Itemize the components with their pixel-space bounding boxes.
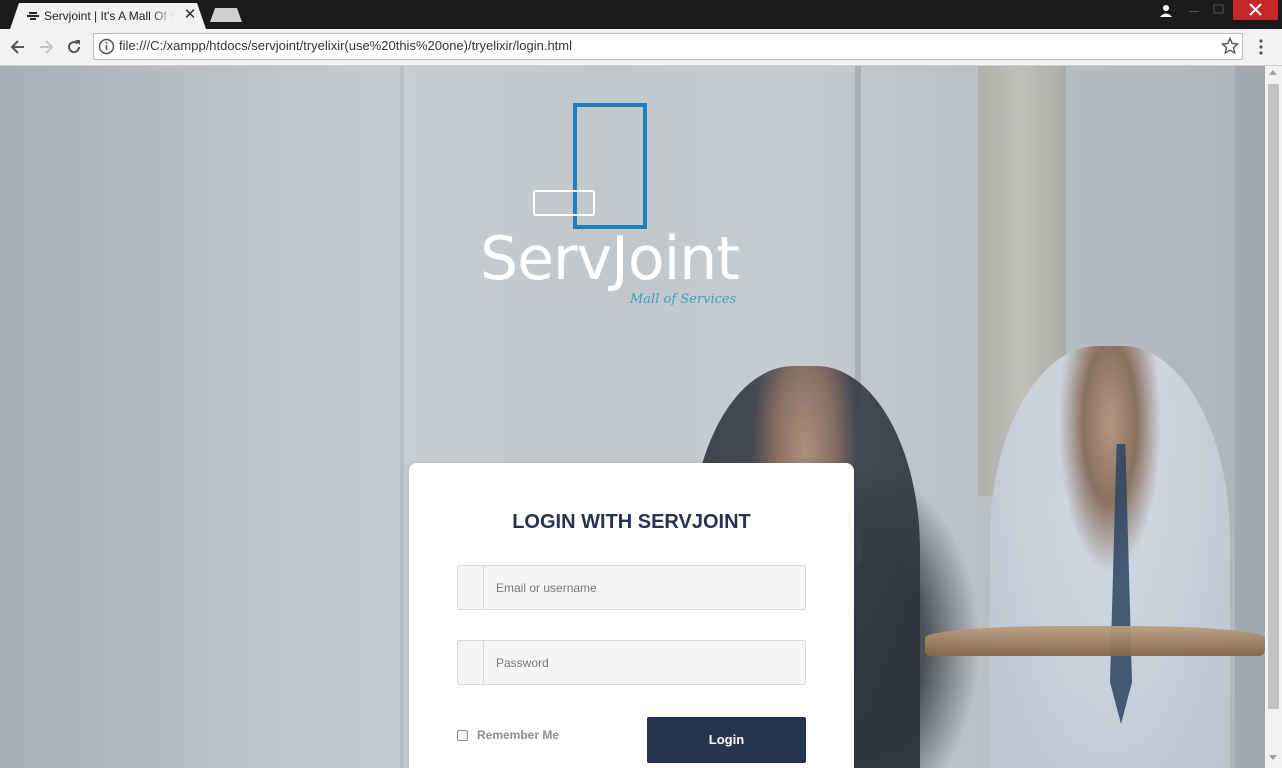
login-title: LOGIN WITH SERVJOINT — [512, 511, 751, 533]
back-icon[interactable] — [8, 37, 28, 57]
email-field-icon-slot — [458, 566, 484, 609]
servjoint-logo: ServJoint Mall of Services — [480, 96, 750, 316]
menu-icon[interactable] — [1253, 37, 1269, 57]
remember-me-label: Remember Me — [477, 728, 560, 742]
url-text: file:///C:/xampp/htdocs/servjoint/tryeli… — [119, 38, 573, 53]
login-button[interactable]: Login — [647, 717, 806, 763]
logo-tagline: Mall of Services — [630, 292, 737, 307]
scroll-down-arrow-icon[interactable] — [1269, 755, 1277, 760]
address-bar[interactable]: file:///C:/xampp/htdocs/servjoint/tryeli… — [93, 33, 1243, 60]
info-icon[interactable] — [98, 38, 115, 55]
scroll-up-arrow-icon[interactable] — [1269, 70, 1277, 75]
login-card: LOGIN WITH SERVJOINT Remember Me Login — [409, 463, 854, 768]
email-field — [457, 565, 806, 610]
scrollbar-thumb[interactable] — [1268, 84, 1279, 709]
window-close-icon — [1249, 3, 1262, 16]
browser-toolbar: file:///C:/xampp/htdocs/servjoint/tryeli… — [0, 29, 1282, 66]
tab-title: Servjoint | It's A Mall Of Services — [44, 9, 174, 23]
logo-white-frame — [533, 190, 595, 216]
remember-me-checkbox[interactable] — [457, 730, 468, 741]
tab-close-icon[interactable]: ✕ — [182, 6, 198, 24]
logo-name: ServJoint — [480, 224, 740, 294]
window-close-button[interactable] — [1233, 0, 1278, 20]
browser-title-bar: Servjoint | It's A Mall Of Services ✕ — [0, 0, 1282, 29]
page-scrollbar[interactable] — [1265, 66, 1282, 768]
password-input[interactable] — [484, 641, 804, 684]
bookmark-star-icon[interactable] — [1221, 37, 1239, 55]
browser-tab[interactable]: Servjoint | It's A Mall Of Services ✕ — [10, 3, 206, 29]
profile-icon[interactable] — [1158, 3, 1174, 19]
new-tab-icon[interactable] — [210, 8, 242, 22]
favicon-icon — [27, 12, 39, 20]
email-input[interactable] — [484, 566, 804, 609]
minimize-icon[interactable] — [1186, 0, 1202, 20]
password-field-icon-slot — [458, 641, 484, 684]
remember-me[interactable]: Remember Me — [457, 727, 597, 745]
password-field — [457, 640, 806, 685]
forward-icon[interactable] — [36, 37, 56, 57]
maximize-icon[interactable] — [1211, 0, 1227, 20]
page-viewport: ServJoint Mall of Services LOGIN WITH SE… — [0, 66, 1265, 768]
reload-icon[interactable] — [64, 37, 84, 57]
